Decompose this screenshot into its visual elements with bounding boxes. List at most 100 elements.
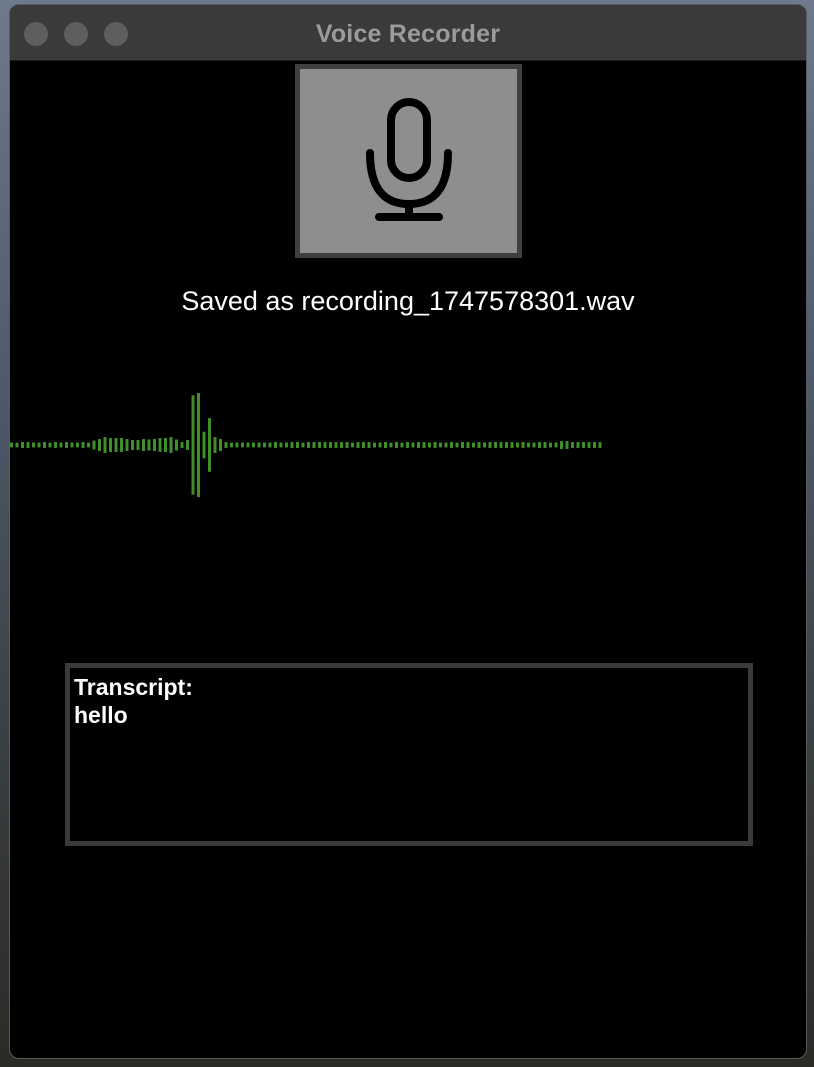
waveform-bar xyxy=(219,439,222,451)
waveform-bar xyxy=(48,442,52,448)
waveform-bar xyxy=(65,442,68,448)
waveform-bar xyxy=(92,440,96,450)
waveform-bar xyxy=(279,442,283,448)
waveform-bar xyxy=(384,442,387,448)
waveform-bar xyxy=(213,437,217,453)
waveform-bar xyxy=(37,442,41,448)
waveform-bar xyxy=(81,442,85,448)
waveform-bar xyxy=(598,442,602,448)
waveform-bar xyxy=(109,438,112,452)
waveform-bar xyxy=(389,442,393,448)
waveform-bar xyxy=(32,442,35,448)
waveform-bar xyxy=(499,442,503,448)
waveform-bar xyxy=(235,442,239,448)
waveform-bar xyxy=(444,442,448,448)
waveform-bar xyxy=(395,442,398,448)
transcript-text: hello xyxy=(74,702,128,728)
waveform-bar xyxy=(76,442,79,448)
window-title: Voice Recorder xyxy=(315,20,501,48)
waveform-bar xyxy=(26,442,30,448)
waveform-bar xyxy=(197,392,200,498)
transcript-label: Transcript: xyxy=(74,674,193,700)
waveform-bar xyxy=(175,439,178,451)
waveform-bar xyxy=(505,442,508,448)
waveform-bar xyxy=(10,442,13,448)
waveform-bar xyxy=(422,442,426,448)
waveform-bar xyxy=(521,442,525,448)
waveform-bar xyxy=(98,439,101,451)
waveform-bar xyxy=(378,442,382,448)
waveform-bar xyxy=(582,442,585,448)
waveform-bar xyxy=(532,442,536,448)
waveform-bar xyxy=(538,442,541,448)
waveform-bar xyxy=(158,438,162,452)
waveform-bar xyxy=(246,442,250,448)
waveform-bar xyxy=(142,439,145,451)
waveform-bar xyxy=(477,442,481,448)
waveform-bar xyxy=(224,442,228,448)
waveform-bar xyxy=(345,442,349,448)
waveform-bar xyxy=(356,442,360,448)
transcript-box: Transcript: hello xyxy=(65,663,753,846)
waveform-bar xyxy=(208,418,211,472)
waveform-bar xyxy=(406,442,409,448)
waveform-bar xyxy=(136,440,140,450)
waveform-bar xyxy=(114,438,118,452)
waveform-bar xyxy=(153,439,156,451)
waveform-bar xyxy=(455,442,459,448)
waveform-bar xyxy=(543,442,547,448)
waveform-bar xyxy=(516,442,519,448)
waveform-bar xyxy=(587,442,591,448)
waveform-bar xyxy=(466,442,470,448)
waveform-bar xyxy=(565,441,569,449)
waveform-bar xyxy=(494,442,497,448)
waveform-bar xyxy=(549,442,552,448)
waveform-bar xyxy=(527,442,530,448)
waveform-bar xyxy=(290,442,294,448)
waveform-bar xyxy=(411,442,415,448)
waveform-bar xyxy=(367,442,371,448)
waveform-bar xyxy=(576,442,580,448)
waveform-bar xyxy=(472,442,475,448)
waveform-bar xyxy=(263,442,266,448)
waveform-bar xyxy=(323,442,327,448)
waveform-bar xyxy=(312,442,316,448)
waveform-bar xyxy=(510,442,514,448)
waveform-bar xyxy=(329,442,332,448)
waveform-bar xyxy=(373,442,376,448)
waveform-bar xyxy=(285,442,288,448)
waveform-bar xyxy=(59,442,63,448)
record-button[interactable] xyxy=(295,64,522,258)
waveform-bar xyxy=(169,437,173,453)
waveform-bar xyxy=(15,442,19,448)
waveform-bar xyxy=(125,439,129,451)
waveform-bar xyxy=(252,442,255,448)
waveform-bar xyxy=(307,442,310,448)
waveform-bar xyxy=(593,442,596,448)
waveform-bar xyxy=(400,442,404,448)
waveform-bar xyxy=(120,438,123,452)
waveform-bar xyxy=(180,442,184,448)
waveform-bar xyxy=(318,442,321,448)
waveform-bar xyxy=(439,442,442,448)
waveform-bar xyxy=(340,442,343,448)
waveform-bar xyxy=(428,442,431,448)
waveform-bar xyxy=(554,442,558,448)
waveform-bar xyxy=(351,442,354,448)
waveform-bar xyxy=(241,442,244,448)
title-bar: Voice Recorder xyxy=(10,5,806,61)
microphone-icon xyxy=(365,98,452,221)
waveform-bar xyxy=(131,440,134,450)
waveform-bar xyxy=(103,437,107,453)
waveform-bar xyxy=(268,442,272,448)
status-text: Saved as recording_1747578301.wav xyxy=(181,286,635,316)
waveform-bar xyxy=(70,442,74,448)
waveform-bar xyxy=(488,442,492,448)
app-window: Voice Recorder Saved as recording_174757… xyxy=(9,4,807,1059)
waveform-bar xyxy=(417,442,420,448)
waveform-visualizer xyxy=(10,392,602,498)
waveform-bar xyxy=(274,442,277,448)
waveform-bar xyxy=(433,442,437,448)
waveform-bar xyxy=(560,441,563,449)
waveform-bar xyxy=(230,442,233,448)
